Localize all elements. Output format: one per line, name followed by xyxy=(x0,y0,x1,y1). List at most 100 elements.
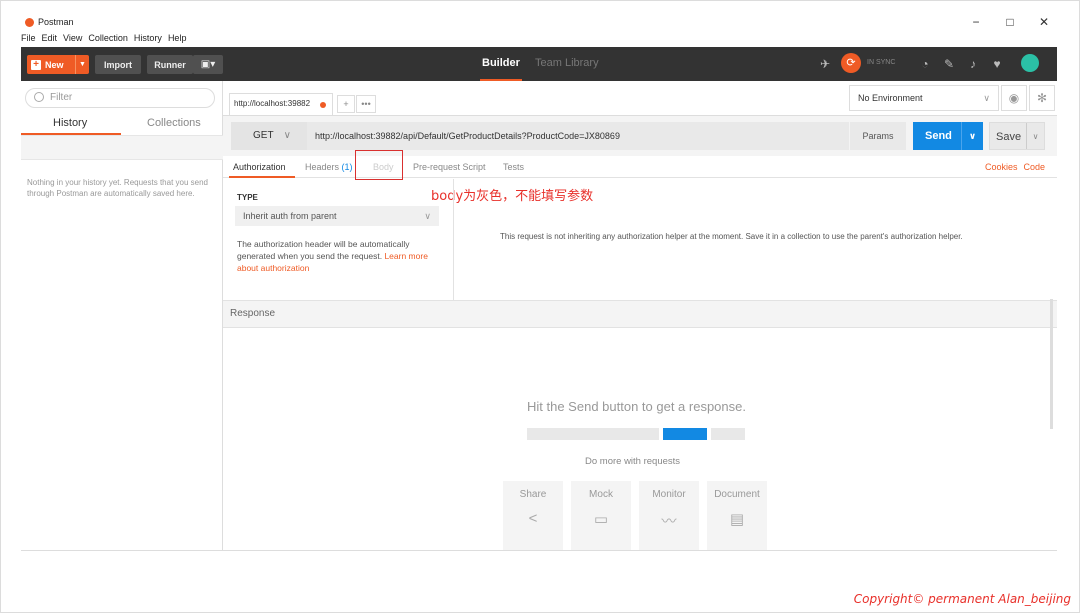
sidebar: Filter History Collections Nothing in yo… xyxy=(21,81,223,550)
filter-input[interactable]: Filter xyxy=(25,88,215,108)
send-button-label: Send xyxy=(925,130,952,142)
mock-card[interactable]: Mock ▭ xyxy=(571,481,631,550)
history-empty-text: Nothing in your history yet. Requests th… xyxy=(27,177,213,199)
chevron-down-icon[interactable]: ∨ xyxy=(961,122,983,150)
menu-file[interactable]: File xyxy=(21,33,36,47)
new-window-icon: ▣▾ xyxy=(201,59,215,70)
bell-icon[interactable]: ♪ xyxy=(965,56,981,72)
unsaved-dot-icon xyxy=(320,102,326,108)
app-title: Postman xyxy=(25,17,74,27)
chevron-down-icon[interactable]: ∨ xyxy=(1026,123,1044,149)
sync-status: IN SYNC xyxy=(867,59,895,66)
scrollbar[interactable] xyxy=(1050,299,1053,429)
auth-message: This request is not inheriting any autho… xyxy=(500,232,963,241)
active-tab-indicator xyxy=(229,176,295,178)
method-select[interactable]: GET ∨ xyxy=(231,122,307,150)
chevron-down-icon[interactable]: ▼ xyxy=(75,55,89,74)
menu-history[interactable]: History xyxy=(134,33,162,47)
share-icon: < xyxy=(503,510,563,527)
request-links: Cookies Code xyxy=(985,162,1045,172)
monitor-card[interactable]: Monitor 〰 xyxy=(639,481,699,550)
body-highlight-box xyxy=(355,150,403,180)
menu-view[interactable]: View xyxy=(63,33,82,47)
avatar[interactable] xyxy=(1021,54,1039,72)
cookies-link[interactable]: Cookies xyxy=(985,162,1018,172)
tab-authorization[interactable]: Authorization xyxy=(233,162,286,172)
app-title-text: Postman xyxy=(38,17,74,27)
mock-label: Mock xyxy=(589,489,613,500)
mock-server-icon: ▭ xyxy=(571,510,631,528)
maximize-icon[interactable]: □ xyxy=(1003,15,1017,29)
tab-headers-label: Headers xyxy=(305,162,339,172)
annotation-text: body为灰色，不能填写参数 xyxy=(431,185,593,204)
tab-builder[interactable]: Builder xyxy=(482,57,520,69)
request-tabs: Authorization Headers (1) Body Pre-reque… xyxy=(223,156,1057,178)
request-builder: http://localhost:39882 + ••• No Environm… xyxy=(223,81,1057,550)
tab-tests[interactable]: Tests xyxy=(503,162,524,172)
runner-status-icon[interactable]: ◔ xyxy=(917,56,933,72)
send-button[interactable]: Send ∨ xyxy=(913,122,983,150)
share-label: Share xyxy=(520,489,547,500)
share-card[interactable]: Share < xyxy=(503,481,563,550)
save-button-label: Save xyxy=(996,131,1021,143)
runner-button[interactable]: Runner xyxy=(147,55,193,74)
add-tab-button[interactable]: + xyxy=(337,95,355,113)
gear-icon[interactable]: ✻ xyxy=(1029,85,1055,111)
do-more-text: Do more with requests xyxy=(585,456,680,467)
url-bar: GET ∨ http://localhost:39882/api/Default… xyxy=(223,116,1057,156)
auth-panel: TYPE Inherit auth from parent ∨ The auth… xyxy=(223,179,454,300)
new-window-button[interactable]: ▣▾ xyxy=(193,55,223,74)
chevron-down-icon: ∨ xyxy=(983,86,990,110)
auth-type-label: TYPE xyxy=(237,193,258,202)
pulse-icon: 〰 xyxy=(639,510,699,531)
document-card[interactable]: Document ▤ xyxy=(707,481,767,550)
chevron-down-icon: ∨ xyxy=(284,122,291,150)
eye-icon[interactable]: ◉ xyxy=(1001,85,1027,111)
menu-edit[interactable]: Edit xyxy=(42,33,58,47)
more-tabs-button[interactable]: ••• xyxy=(356,95,376,113)
document-icon: ▤ xyxy=(707,510,767,528)
interceptor-icon[interactable]: ✈ xyxy=(817,56,833,72)
import-button[interactable]: Import xyxy=(95,55,141,74)
method-value: GET xyxy=(253,130,274,141)
wrench-icon[interactable]: ✎ xyxy=(941,56,957,72)
window-titlebar: Postman − □ ✕ xyxy=(21,11,1057,33)
tab-headers[interactable]: Headers (1) xyxy=(305,162,353,172)
menu-help[interactable]: Help xyxy=(168,33,187,47)
top-toolbar: + New ▼ Import Runner ▣▾ Builder Team Li… xyxy=(21,47,1057,81)
params-button[interactable]: Params xyxy=(850,122,906,150)
minimize-icon[interactable]: − xyxy=(969,15,983,29)
request-tab-label: http://localhost:39882 xyxy=(234,99,310,108)
menu-bar: File Edit View Collection History Help xyxy=(21,33,1057,47)
save-button[interactable]: Save ∨ xyxy=(989,122,1045,150)
url-input[interactable]: http://localhost:39882/api/Default/GetPr… xyxy=(307,122,849,150)
monitor-label: Monitor xyxy=(652,489,685,500)
auth-type-value: Inherit auth from parent xyxy=(243,211,337,221)
menu-collection[interactable]: Collection xyxy=(88,33,128,47)
heart-icon[interactable]: ♥ xyxy=(989,56,1005,72)
close-icon[interactable]: ✕ xyxy=(1037,15,1051,29)
environment-value: No Environment xyxy=(858,93,923,103)
app-frame: Postman − □ ✕ File Edit View Collection … xyxy=(0,0,1080,613)
tab-history[interactable]: History xyxy=(53,117,87,129)
headers-count-badge: (1) xyxy=(342,162,353,172)
new-button-label: New xyxy=(45,60,64,70)
code-link[interactable]: Code xyxy=(1023,162,1045,172)
auth-type-select[interactable]: Inherit auth from parent ∨ xyxy=(235,206,439,226)
request-tab[interactable]: http://localhost:39882 xyxy=(229,93,333,115)
new-button[interactable]: + New ▼ xyxy=(27,55,89,74)
placeholder-illustration xyxy=(527,428,745,440)
search-icon xyxy=(34,92,44,102)
window-controls: − □ ✕ xyxy=(969,15,1051,29)
tab-team-library[interactable]: Team Library xyxy=(535,57,599,69)
chevron-down-icon: ∨ xyxy=(424,206,431,226)
divider xyxy=(21,550,1057,551)
auth-help-text: The authorization header will be automat… xyxy=(237,238,443,274)
plus-icon: + xyxy=(31,60,41,70)
environment-select[interactable]: No Environment ∨ xyxy=(849,85,999,111)
response-header: Response xyxy=(223,300,1057,328)
tab-collections[interactable]: Collections xyxy=(147,117,201,129)
tab-prerequest-script[interactable]: Pre-request Script xyxy=(413,162,486,172)
filter-placeholder: Filter xyxy=(50,92,72,103)
sync-icon[interactable]: ⟳ xyxy=(841,53,861,73)
